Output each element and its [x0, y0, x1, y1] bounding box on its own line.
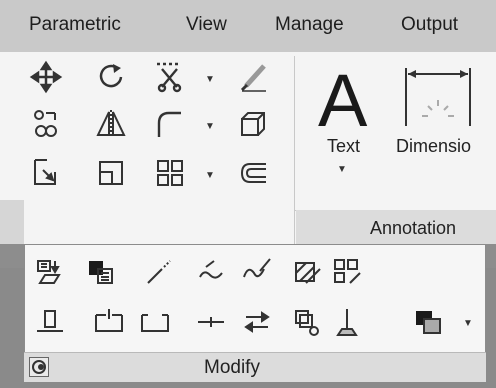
modify-panel-label: Modify [204, 357, 260, 378]
chevron-down-icon[interactable]: ▼ [463, 318, 473, 329]
text-button-label: Text [327, 136, 361, 156]
erase-icon[interactable] [236, 60, 270, 94]
menu-item-output[interactable]: Output [401, 14, 458, 36]
left-strip [0, 200, 24, 244]
menu-item-view[interactable]: View [186, 14, 227, 36]
changespace-icon[interactable] [330, 305, 364, 339]
stretch-icon[interactable] [29, 156, 63, 190]
pin-icon [32, 360, 46, 374]
text-a-icon: A [318, 59, 368, 142]
setbylayer-icon[interactable] [290, 305, 324, 339]
explode-icon[interactable] [236, 107, 270, 141]
dimension-button-label: Dimensio [396, 136, 472, 156]
svg-text:A: A [318, 64, 368, 134]
menu-item-manage[interactable]: Manage [275, 14, 344, 36]
chevron-down-icon[interactable]: ▼ [337, 164, 347, 175]
mirror-icon[interactable] [94, 107, 128, 141]
scale-icon[interactable] [94, 156, 128, 190]
array-icon[interactable] [153, 156, 187, 190]
lengthen-icon[interactable] [142, 255, 176, 289]
offset-icon[interactable] [236, 156, 270, 190]
edithatch-icon[interactable] [290, 255, 324, 289]
dimension-icon [405, 68, 471, 126]
chevron-down-icon[interactable]: ▼ [205, 170, 215, 181]
editpolyline-icon[interactable] [194, 255, 228, 289]
reverse-icon[interactable] [240, 305, 274, 339]
aligntop-icon[interactable] [33, 305, 67, 339]
fillet-icon[interactable] [153, 107, 187, 141]
copy-icon[interactable] [29, 107, 63, 141]
pin-panel-button[interactable] [29, 357, 49, 377]
dimension-button[interactable] [392, 64, 496, 194]
move-icon[interactable] [29, 60, 63, 94]
break-icon[interactable] [138, 305, 172, 339]
trim-icon[interactable] [153, 60, 187, 94]
chevron-down-icon[interactable]: ▼ [205, 74, 215, 85]
rotate-icon[interactable] [94, 60, 128, 94]
matchprop-icon[interactable] [33, 255, 67, 289]
editspline-icon[interactable] [240, 255, 274, 289]
panel-divider [294, 56, 295, 256]
join-icon[interactable] [194, 305, 228, 339]
changeproperties-icon[interactable] [84, 255, 118, 289]
text-button[interactable]: A [312, 59, 388, 194]
editarray-icon[interactable] [330, 255, 364, 289]
menu-item-parametric[interactable]: Parametric [29, 14, 121, 36]
break-at-point-icon[interactable] [92, 305, 126, 339]
annotation-panel-label: Annotation [370, 218, 457, 238]
chevron-down-icon[interactable]: ▼ [205, 121, 215, 132]
draworder-icon[interactable] [412, 305, 446, 339]
